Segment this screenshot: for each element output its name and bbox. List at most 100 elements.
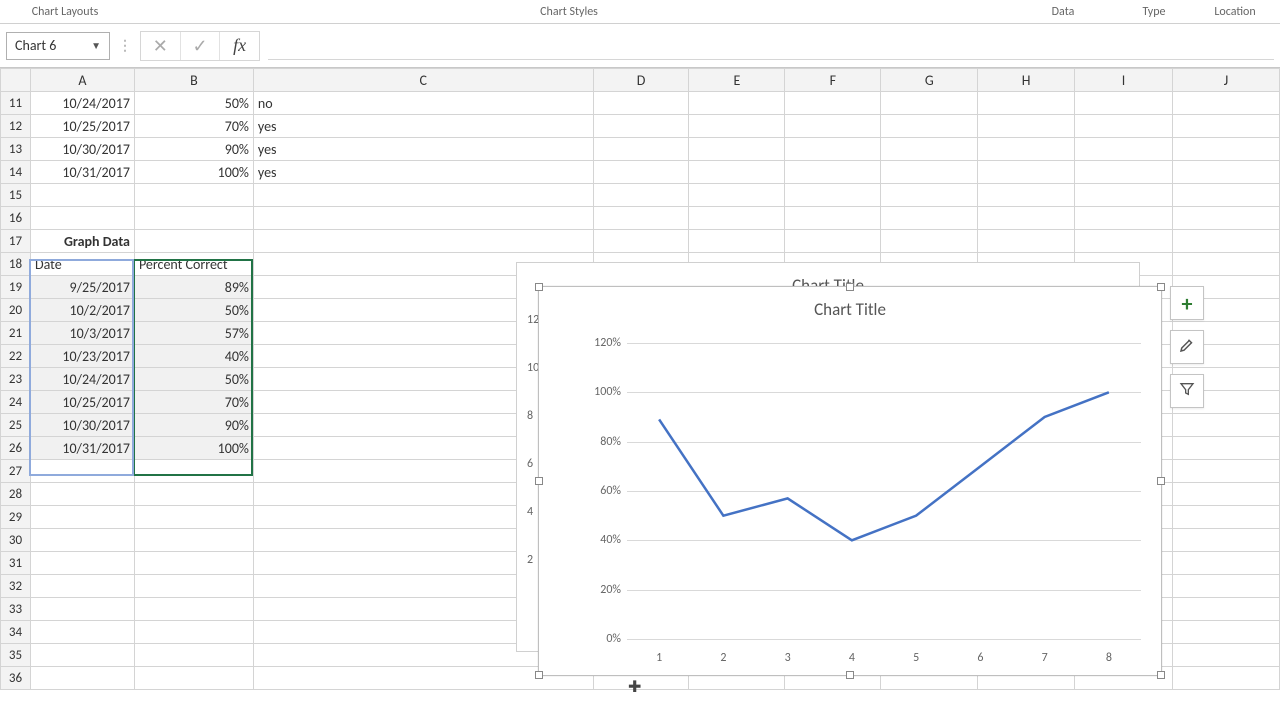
cell[interactable] (1173, 460, 1280, 483)
cell[interactable] (785, 207, 881, 230)
cell[interactable] (253, 230, 593, 253)
column-header[interactable]: F (785, 69, 881, 92)
cell[interactable] (978, 92, 1075, 115)
cell[interactable] (1173, 667, 1280, 690)
cell[interactable]: 50% (134, 368, 253, 391)
cell[interactable] (978, 184, 1075, 207)
row-header[interactable]: 19 (1, 276, 31, 299)
cell[interactable] (785, 138, 881, 161)
cell[interactable]: 100% (134, 161, 253, 184)
cell[interactable] (134, 529, 253, 552)
cell[interactable] (30, 483, 134, 506)
resize-handle[interactable] (535, 671, 543, 679)
cell[interactable] (593, 207, 689, 230)
chevron-down-icon[interactable]: ▼ (91, 39, 101, 52)
cell[interactable] (1075, 138, 1173, 161)
cell[interactable] (689, 207, 785, 230)
cell[interactable] (593, 92, 689, 115)
chart-line-series[interactable] (627, 343, 1141, 639)
cell[interactable] (593, 161, 689, 184)
cell[interactable] (30, 184, 134, 207)
cell[interactable] (1075, 207, 1173, 230)
cell[interactable] (785, 161, 881, 184)
column-header[interactable]: E (689, 69, 785, 92)
column-header[interactable]: H (978, 69, 1075, 92)
row-header[interactable]: 26 (1, 437, 31, 460)
row-header[interactable]: 13 (1, 138, 31, 161)
cell[interactable]: yes (253, 115, 593, 138)
column-header[interactable]: I (1075, 69, 1173, 92)
row-header[interactable]: 14 (1, 161, 31, 184)
cell[interactable] (785, 184, 881, 207)
cell[interactable] (978, 161, 1075, 184)
row-header[interactable]: 24 (1, 391, 31, 414)
cell[interactable] (593, 184, 689, 207)
cell[interactable] (881, 138, 978, 161)
cell[interactable]: 10/25/2017 (30, 115, 134, 138)
cell[interactable] (1173, 483, 1280, 506)
cell[interactable]: 9/25/2017 (30, 276, 134, 299)
row-header[interactable]: 33 (1, 598, 31, 621)
row-header[interactable]: 11 (1, 92, 31, 115)
cell[interactable]: 10/31/2017 (30, 161, 134, 184)
cell[interactable] (1075, 230, 1173, 253)
cell[interactable] (1173, 552, 1280, 575)
chart-title[interactable]: Chart Title (539, 287, 1161, 326)
cell[interactable] (134, 575, 253, 598)
cell[interactable] (593, 230, 689, 253)
cell[interactable] (134, 460, 253, 483)
row-header[interactable]: 12 (1, 115, 31, 138)
row-header[interactable]: 17 (1, 230, 31, 253)
cell[interactable] (134, 506, 253, 529)
cell[interactable] (881, 207, 978, 230)
row-header[interactable]: 25 (1, 414, 31, 437)
cell[interactable] (30, 644, 134, 667)
cell[interactable]: 70% (134, 115, 253, 138)
cell[interactable] (1173, 575, 1280, 598)
cell[interactable]: 50% (134, 299, 253, 322)
cell[interactable] (1173, 414, 1280, 437)
cell[interactable] (785, 115, 881, 138)
cell[interactable] (30, 667, 134, 690)
cell[interactable] (978, 138, 1075, 161)
column-header[interactable]: B (134, 69, 253, 92)
cell[interactable] (689, 138, 785, 161)
cell[interactable] (1075, 115, 1173, 138)
cell[interactable]: Graph Data (30, 230, 134, 253)
cell[interactable] (689, 115, 785, 138)
row-header[interactable]: 27 (1, 460, 31, 483)
cell[interactable] (881, 92, 978, 115)
row-header[interactable]: 32 (1, 575, 31, 598)
cell[interactable] (1173, 598, 1280, 621)
cell[interactable] (1075, 184, 1173, 207)
cell[interactable] (253, 184, 593, 207)
row-header[interactable]: 21 (1, 322, 31, 345)
row-header[interactable]: 15 (1, 184, 31, 207)
cell[interactable] (978, 207, 1075, 230)
cell[interactable] (1173, 644, 1280, 667)
cell[interactable]: 50% (134, 92, 253, 115)
plot-area[interactable]: 0%20%40%60%80%100%120%12345678 (587, 343, 1141, 639)
cell[interactable] (134, 552, 253, 575)
cell[interactable]: 100% (134, 437, 253, 460)
row-header[interactable]: 34 (1, 621, 31, 644)
cell[interactable] (593, 115, 689, 138)
cell[interactable]: 40% (134, 345, 253, 368)
cell[interactable] (1173, 115, 1280, 138)
row-header[interactable]: 31 (1, 552, 31, 575)
cell[interactable] (1173, 621, 1280, 644)
cell[interactable] (253, 207, 593, 230)
cell[interactable]: Percent Correct (134, 253, 253, 276)
cell[interactable]: 10/3/2017 (30, 322, 134, 345)
column-header[interactable]: A (30, 69, 134, 92)
cell[interactable] (134, 598, 253, 621)
cell[interactable]: 57% (134, 322, 253, 345)
cell[interactable] (1173, 138, 1280, 161)
cell[interactable]: 10/30/2017 (30, 138, 134, 161)
column-header[interactable]: G (881, 69, 978, 92)
row-header[interactable]: 16 (1, 207, 31, 230)
cell[interactable] (1075, 92, 1173, 115)
cell[interactable]: 70% (134, 391, 253, 414)
cell[interactable] (881, 230, 978, 253)
cell[interactable]: no (253, 92, 593, 115)
